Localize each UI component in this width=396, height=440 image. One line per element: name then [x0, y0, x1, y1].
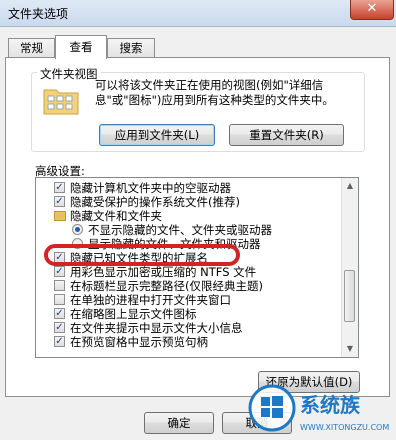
list-item-label: 在缩略图上显示文件图标 — [70, 307, 197, 321]
watermark-logo: 系统族 WWW.XITONGZU.COM — [248, 384, 389, 432]
close-icon: ✕ — [366, 1, 378, 16]
highlight-annotation — [44, 244, 240, 266]
list-item-label: 在标题栏显示完整路径(仅限经典主题) — [70, 279, 263, 293]
list-item-label: 不显示隐藏的文件、文件夹或驱动器 — [88, 223, 272, 237]
tab-view[interactable]: 查看 — [55, 35, 107, 59]
list-scrollbar[interactable]: ▲ ▼ — [341, 178, 358, 357]
checkbox[interactable] — [54, 280, 65, 291]
checkbox[interactable]: ✓ — [54, 336, 65, 347]
button-label: 确定 — [167, 416, 191, 430]
close-button[interactable]: ✕ — [350, 0, 394, 20]
scroll-thumb[interactable] — [344, 270, 355, 322]
tab-search[interactable]: 搜索 — [107, 38, 155, 58]
reset-folders-button[interactable]: 重置文件夹(R) — [229, 124, 344, 146]
checkbox[interactable]: ✓ — [54, 196, 65, 207]
watermark-brand: 系统族 — [300, 393, 361, 417]
list-item-label: 隐藏受保护的操作系统文件(推荐) — [70, 195, 240, 209]
tab-label: 搜索 — [119, 41, 143, 55]
folder-views-label: 文件夹视图 — [37, 66, 101, 82]
scroll-down-icon[interactable]: ▼ — [342, 341, 358, 357]
apply-to-folders-button[interactable]: 应用到文件夹(L) — [99, 124, 215, 146]
radio-button[interactable] — [72, 224, 83, 235]
watermark-url: WWW.XITONGZU.COM — [300, 423, 389, 432]
tab-label: 查看 — [69, 40, 93, 54]
folder-views-description: 可以将该文件夹正在使用的视图(例如"详细信息"或"图标")应用到所有这种类型的文… — [95, 78, 334, 107]
checkbox[interactable]: ✓ — [54, 322, 65, 333]
checkbox[interactable]: ✓ — [54, 308, 65, 319]
checkbox[interactable] — [54, 294, 65, 305]
window-title: 文件夹选项 — [8, 7, 69, 21]
list-item-label: 用彩色显示加密或压缩的 NTFS 文件 — [70, 265, 257, 279]
checkbox[interactable]: ✓ — [54, 182, 65, 193]
button-label: 重置文件夹(R) — [249, 128, 324, 142]
tab-general[interactable]: 常规 — [8, 38, 55, 58]
list-item-label: 隐藏计算机文件夹中的空驱动器 — [70, 181, 231, 195]
tab-label: 常规 — [20, 41, 43, 55]
list-item-label: 在预览窗格中显示预览句柄 — [70, 335, 208, 349]
folder-icon — [54, 211, 66, 221]
folder-view-icon — [43, 89, 79, 115]
ok-button[interactable]: 确定 — [144, 412, 214, 434]
list-item-label: 在文件夹提示中显示文件大小信息 — [70, 321, 243, 335]
button-label: 应用到文件夹(L) — [114, 128, 200, 142]
list-item-label: 隐藏文件和文件夹 — [70, 209, 162, 223]
scroll-up-icon[interactable]: ▲ — [342, 178, 358, 194]
advanced-settings-list[interactable]: ✓ 隐藏计算机文件夹中的空驱动器 ✓ 隐藏受保护的操作系统文件(推荐) 隐藏文件… — [35, 177, 359, 358]
title-bar: 文件夹选项 ✕ — [0, 0, 396, 27]
checkbox[interactable]: ✓ — [54, 266, 65, 277]
list-item-label: 在单独的进程中打开文件夹窗口 — [70, 293, 231, 307]
